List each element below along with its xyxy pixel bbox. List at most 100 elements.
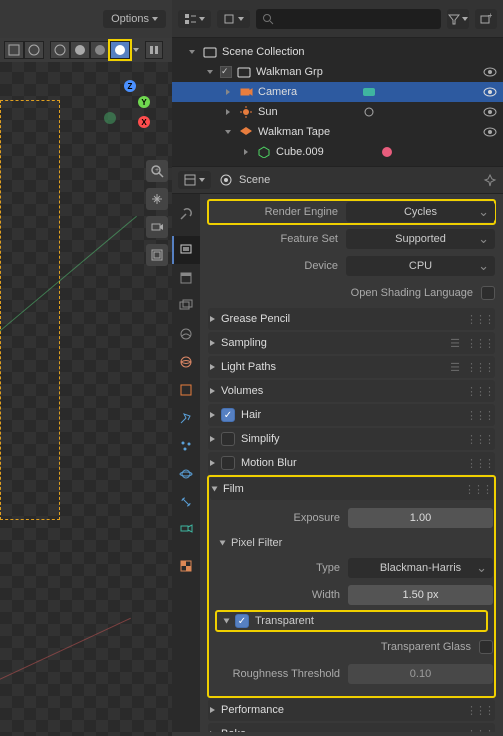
section-header[interactable]: Film⋮⋮⋮: [210, 478, 493, 500]
tab-tool[interactable]: [172, 200, 200, 228]
tab-render[interactable]: [172, 236, 200, 264]
transparent-label: Transparent: [255, 615, 314, 627]
section-bake: Bake⋮⋮⋮: [208, 723, 495, 732]
material-icon: [379, 145, 395, 159]
editor-type-dropdown[interactable]: [178, 171, 211, 189]
editor-type-dropdown[interactable]: [178, 10, 211, 28]
properties-header: Scene: [172, 166, 503, 194]
section-header[interactable]: Performance⋮⋮⋮: [208, 699, 495, 721]
section-header[interactable]: Sampling☰⋮⋮⋮: [208, 332, 495, 354]
tab-scene[interactable]: [172, 320, 200, 348]
outliner-row-scene-collection[interactable]: Scene Collection: [172, 42, 503, 62]
transparent-glass-row: Transparent Glass: [210, 635, 493, 659]
navigation-gizmo[interactable]: Z Y X: [108, 86, 152, 130]
perspective-icon[interactable]: [146, 244, 168, 266]
preset-icon[interactable]: ☰: [450, 361, 460, 374]
outliner-label: Scene Collection: [222, 46, 497, 58]
chevron-down-icon: [199, 178, 205, 182]
solid-shading[interactable]: [70, 41, 90, 59]
outliner-row-walkman-grp[interactable]: Walkman Grp: [172, 62, 503, 82]
osl-checkbox[interactable]: [481, 286, 495, 300]
hair-checkbox[interactable]: [221, 408, 235, 422]
render-engine-select[interactable]: Cycles: [346, 202, 495, 222]
section-header[interactable]: Grease Pencil⋮⋮⋮: [208, 308, 495, 330]
transparent-checkbox[interactable]: [235, 614, 249, 628]
tab-physics[interactable]: [172, 460, 200, 488]
filter-type-select[interactable]: Blackman-Harris: [348, 558, 493, 578]
section-header[interactable]: Hair⋮⋮⋮: [208, 404, 495, 426]
expand-icon[interactable]: [226, 109, 230, 115]
display-mode-dropdown[interactable]: [217, 10, 250, 28]
expand-icon[interactable]: [207, 70, 213, 74]
grip-icon: ⋮⋮⋮: [466, 457, 493, 470]
pin-icon[interactable]: [483, 173, 497, 187]
outliner-row-walkman-tape[interactable]: Walkman Tape: [172, 122, 503, 142]
overlays-toggle[interactable]: [4, 41, 24, 59]
transparent-glass-checkbox[interactable]: [479, 640, 493, 654]
visibility-icon[interactable]: [483, 107, 497, 117]
outliner-row-cube[interactable]: Cube.009: [172, 142, 503, 162]
tab-view-layer[interactable]: [172, 292, 200, 320]
filter-dropdown[interactable]: [447, 9, 469, 29]
tab-object[interactable]: [172, 376, 200, 404]
rendered-shading[interactable]: [110, 41, 130, 59]
svg-text:+: +: [155, 167, 159, 174]
roughness-field[interactable]: 0.10: [348, 664, 493, 684]
visibility-icon[interactable]: [483, 67, 497, 77]
outliner-tree[interactable]: Scene Collection Walkman Grp Camera Sun: [172, 38, 503, 166]
filter-width-field[interactable]: 1.50 px: [348, 585, 493, 605]
camera-view-icon[interactable]: [146, 216, 168, 238]
tab-constraints[interactable]: [172, 488, 200, 516]
expand-icon[interactable]: [244, 149, 248, 155]
expand-icon[interactable]: [189, 50, 195, 54]
tab-particles[interactable]: [172, 432, 200, 460]
tab-texture[interactable]: [172, 552, 200, 580]
outliner-search[interactable]: [256, 9, 441, 29]
camera-icon: [238, 85, 254, 99]
chevron-down-icon[interactable]: [133, 48, 139, 52]
material-shading[interactable]: [90, 41, 110, 59]
outliner-row-sun[interactable]: Sun: [172, 102, 503, 122]
section-header[interactable]: Volumes⋮⋮⋮: [208, 380, 495, 402]
section-header[interactable]: Simplify⋮⋮⋮: [208, 428, 495, 450]
pixel-filter-header[interactable]: Pixel Filter: [210, 533, 493, 553]
pause-button[interactable]: [145, 41, 163, 59]
outliner-label: Walkman Tape: [258, 126, 367, 138]
enable-checkbox[interactable]: [220, 66, 232, 78]
visibility-icon[interactable]: [483, 87, 497, 97]
axis-neg[interactable]: [104, 112, 116, 124]
tab-modifier[interactable]: [172, 404, 200, 432]
properties-content[interactable]: Render Engine Cycles Feature Set Support…: [200, 194, 503, 732]
expand-icon[interactable]: [226, 89, 230, 95]
grip-icon: ⋮⋮⋮: [464, 483, 491, 496]
tab-output[interactable]: [172, 264, 200, 292]
options-dropdown[interactable]: Options: [103, 10, 166, 28]
motion-blur-checkbox[interactable]: [221, 456, 235, 470]
axis-y[interactable]: Y: [138, 96, 150, 108]
zoom-icon[interactable]: +: [146, 160, 168, 182]
device-row: Device CPU: [208, 254, 495, 278]
feature-set-select[interactable]: Supported: [346, 229, 495, 249]
new-collection-button[interactable]: +: [475, 9, 497, 29]
wireframe-shading[interactable]: [50, 41, 70, 59]
axis-x[interactable]: X: [138, 116, 150, 128]
section-volumes: Volumes⋮⋮⋮: [208, 380, 495, 402]
exposure-field[interactable]: 1.00: [348, 508, 493, 528]
outliner-row-camera[interactable]: Camera: [172, 82, 503, 102]
device-select[interactable]: CPU: [346, 256, 495, 276]
section-header[interactable]: Motion Blur⋮⋮⋮: [208, 452, 495, 474]
viewport-3d[interactable]: Options Z Y X +: [0, 0, 172, 736]
pan-icon[interactable]: [146, 188, 168, 210]
tab-world[interactable]: [172, 348, 200, 376]
transparent-header[interactable]: Transparent: [216, 611, 487, 631]
section-header[interactable]: Bake⋮⋮⋮: [208, 723, 495, 732]
filter-width-row: Width 1.50 px: [210, 583, 493, 607]
simplify-checkbox[interactable]: [221, 432, 235, 446]
tab-data[interactable]: [172, 516, 200, 544]
visibility-icon[interactable]: [483, 127, 497, 137]
expand-icon[interactable]: [225, 130, 231, 134]
preset-icon[interactable]: ☰: [450, 337, 460, 350]
section-header[interactable]: Light Paths☰⋮⋮⋮: [208, 356, 495, 378]
xray-toggle[interactable]: [24, 41, 44, 59]
axis-z[interactable]: Z: [124, 80, 136, 92]
